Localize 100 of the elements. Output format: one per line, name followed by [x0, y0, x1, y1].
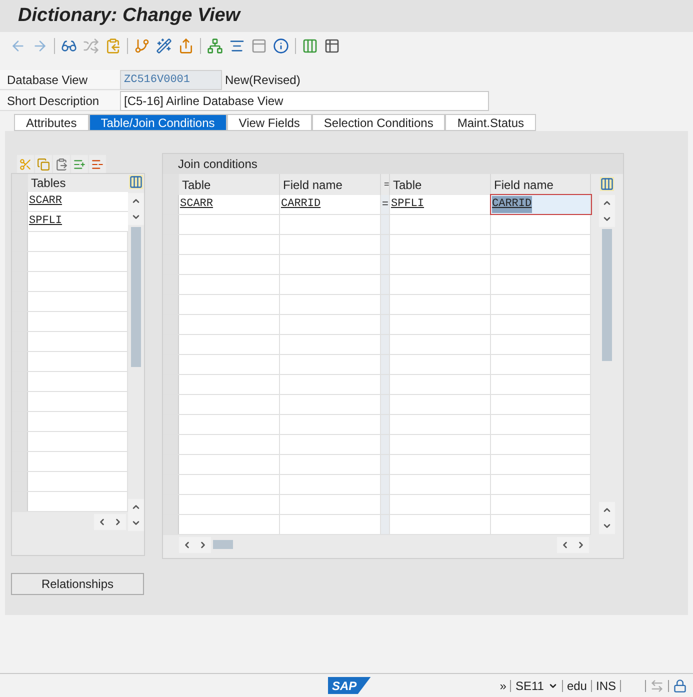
- table-cell[interactable]: [381, 495, 390, 514]
- table-cell[interactable]: CARRID: [280, 195, 381, 214]
- scrollbar-thumb[interactable]: [131, 227, 141, 367]
- table-cell[interactable]: [381, 435, 390, 454]
- table-cell[interactable]: [390, 295, 491, 314]
- table-cell[interactable]: [28, 392, 128, 411]
- add-row-icon[interactable]: [71, 155, 88, 173]
- table-cell[interactable]: [491, 455, 591, 474]
- table-cell[interactable]: [179, 475, 280, 494]
- scissors-icon[interactable]: [17, 155, 34, 173]
- wand-icon[interactable]: [154, 36, 174, 56]
- table-cell[interactable]: [381, 475, 390, 494]
- table-cell[interactable]: [381, 255, 390, 274]
- table-cell[interactable]: [491, 475, 591, 494]
- table-cell[interactable]: [381, 235, 390, 254]
- table-cell[interactable]: [491, 515, 591, 534]
- table-cell[interactable]: [28, 352, 128, 371]
- selected-text[interactable]: CARRID: [492, 196, 532, 213]
- table-cell[interactable]: [179, 295, 280, 314]
- table-cell[interactable]: [390, 455, 491, 474]
- table-cell[interactable]: [28, 252, 128, 271]
- paste-icon[interactable]: [53, 155, 70, 173]
- table-cell[interactable]: [280, 335, 381, 354]
- table-cell[interactable]: [381, 375, 390, 394]
- table-cell[interactable]: [390, 375, 491, 394]
- relationships-button[interactable]: Relationships: [11, 573, 144, 595]
- table-cell[interactable]: [491, 375, 591, 394]
- table-cell[interactable]: [179, 355, 280, 374]
- table-cell[interactable]: [280, 515, 381, 534]
- table-cell[interactable]: [179, 235, 280, 254]
- table-cell[interactable]: [491, 335, 591, 354]
- expand-button[interactable]: »: [500, 676, 506, 694]
- table-cell[interactable]: [381, 275, 390, 294]
- table-cell[interactable]: [381, 295, 390, 314]
- scroll-left-button[interactable]: [557, 536, 573, 552]
- table-cell[interactable]: [491, 215, 591, 234]
- scroll-down-button[interactable]: [599, 518, 615, 534]
- table-cell[interactable]: [28, 292, 128, 311]
- layout-icon[interactable]: [129, 175, 143, 189]
- scrollbar-thumb[interactable]: [602, 229, 612, 361]
- table-cell[interactable]: [280, 355, 381, 374]
- table-cell[interactable]: [28, 492, 128, 511]
- layout-icon[interactable]: [600, 177, 614, 191]
- table-cell[interactable]: [280, 375, 381, 394]
- table-cell[interactable]: [491, 395, 591, 414]
- table-cell[interactable]: [280, 395, 381, 414]
- hierarchy-icon[interactable]: [205, 36, 225, 56]
- field-link[interactable]: CARRID: [281, 196, 321, 213]
- table-cell[interactable]: [390, 515, 491, 534]
- row-selector[interactable]: [12, 492, 28, 511]
- table-cell[interactable]: [28, 312, 128, 331]
- table-cell[interactable]: [390, 275, 491, 294]
- table-cell[interactable]: [381, 355, 390, 374]
- table-cell[interactable]: [179, 255, 280, 274]
- table-cell[interactable]: [280, 255, 381, 274]
- select-all-corner[interactable]: [12, 174, 28, 192]
- table-cell[interactable]: [280, 275, 381, 294]
- table-cell[interactable]: [491, 355, 591, 374]
- table-cell[interactable]: [280, 215, 381, 234]
- scroll-left-button[interactable]: [94, 514, 110, 530]
- table-cell[interactable]: [390, 495, 491, 514]
- table-cell[interactable]: [179, 335, 280, 354]
- scroll-down-button[interactable]: [128, 209, 144, 225]
- tab[interactable]: Selection Conditions: [312, 114, 446, 131]
- table-cell[interactable]: [28, 272, 128, 291]
- table-cell[interactable]: [28, 472, 128, 491]
- field-link[interactable]: SPFLI: [391, 196, 424, 213]
- table-cell[interactable]: [179, 275, 280, 294]
- table-cell[interactable]: [390, 355, 491, 374]
- scroll-left-button[interactable]: [179, 536, 195, 552]
- table-cell[interactable]: =: [381, 195, 390, 214]
- copy-icon[interactable]: [35, 155, 52, 173]
- scroll-up-button[interactable]: [128, 193, 144, 209]
- table-cell[interactable]: [491, 315, 591, 334]
- table-cell[interactable]: [390, 435, 491, 454]
- table-cell[interactable]: [390, 255, 491, 274]
- table-cell[interactable]: [179, 415, 280, 434]
- tab[interactable]: Maint.Status: [445, 114, 536, 131]
- table-cell[interactable]: [28, 232, 128, 251]
- table-cell[interactable]: SPFLI: [390, 195, 491, 214]
- table-cell[interactable]: [179, 395, 280, 414]
- table-cell[interactable]: [179, 455, 280, 474]
- transfer-icon[interactable]: [650, 678, 664, 692]
- table-cell[interactable]: [280, 235, 381, 254]
- table-cell[interactable]: [491, 415, 591, 434]
- table-cell[interactable]: [381, 335, 390, 354]
- table-cell[interactable]: [179, 435, 280, 454]
- table-cell[interactable]: [280, 435, 381, 454]
- input-field[interactable]: [C5-16] Airline Database View: [120, 91, 489, 111]
- tab[interactable]: View Fields: [226, 114, 312, 131]
- table-cell[interactable]: [381, 395, 390, 414]
- table-cell[interactable]: [28, 432, 128, 451]
- table-cell[interactable]: [381, 415, 390, 434]
- table-cell[interactable]: [28, 332, 128, 351]
- table-cell[interactable]: [390, 395, 491, 414]
- info-icon[interactable]: [271, 36, 291, 56]
- table-cell[interactable]: [280, 315, 381, 334]
- status-item[interactable]: SE11: [515, 676, 544, 694]
- tab[interactable]: Attributes: [14, 114, 89, 131]
- scroll-right-button[interactable]: [573, 536, 589, 552]
